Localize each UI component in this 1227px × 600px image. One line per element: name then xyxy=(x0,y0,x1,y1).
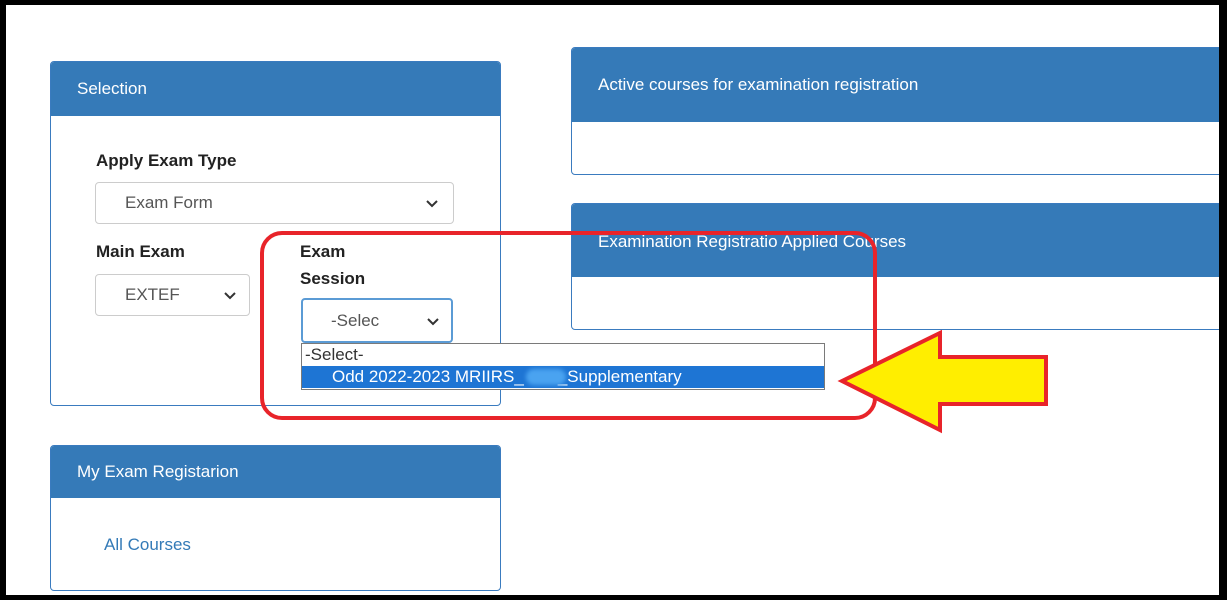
apply-exam-type-select[interactable]: Exam Form xyxy=(95,182,454,224)
active-courses-panel: Active courses for examination registrat… xyxy=(571,47,1227,175)
chevron-down-icon xyxy=(224,292,236,300)
main-exam-select[interactable]: EXTEF xyxy=(95,274,250,316)
my-exam-registration-title: My Exam Registarion xyxy=(77,462,239,481)
applied-courses-header: Examination Registratio Applied Courses xyxy=(572,204,1227,277)
exam-session-dropdown: -Select- Odd 2022-2023 MRIIRS_ _Supplemen… xyxy=(301,343,825,390)
active-courses-title: Active courses for examination registrat… xyxy=(598,75,919,94)
selection-panel-title: Selection xyxy=(77,79,147,98)
exam-session-value: -Selec xyxy=(331,310,380,330)
dropdown-option-label-part1: Odd 2022-2023 MRIIRS_ xyxy=(332,367,524,386)
apply-exam-type-value: Exam Form xyxy=(125,193,213,212)
my-exam-registration-panel: My Exam Registarion xyxy=(50,445,501,591)
my-exam-registration-header: My Exam Registarion xyxy=(51,446,500,498)
chevron-down-icon xyxy=(427,317,439,325)
active-courses-header: Active courses for examination registrat… xyxy=(572,48,1227,122)
dropdown-option-label-part2: _Supplementary xyxy=(557,367,682,386)
arrow-annotation xyxy=(837,329,1048,434)
dropdown-option-select-label: -Select- xyxy=(305,345,364,364)
exam-session-label-line1: Exam xyxy=(300,242,346,261)
applied-courses-panel: Examination Registratio Applied Courses xyxy=(571,203,1227,330)
selection-panel-header: Selection xyxy=(51,62,500,116)
applied-courses-title: Examination Registratio Applied Courses xyxy=(598,232,907,251)
main-exam-value: EXTEF xyxy=(125,285,180,304)
dropdown-option-select[interactable]: -Select- xyxy=(302,344,824,366)
exam-session-label-line2: Session xyxy=(300,269,366,288)
redacted-blur xyxy=(526,369,566,385)
main-exam-label: Main Exam xyxy=(96,242,185,261)
exam-session-select[interactable]: -Selec xyxy=(301,298,453,343)
dropdown-option-odd-2022-2023[interactable]: Odd 2022-2023 MRIIRS_ _Supplementary xyxy=(302,366,824,388)
apply-exam-type-label: Apply Exam Type xyxy=(96,151,237,170)
chevron-down-icon xyxy=(426,200,438,208)
all-courses-link[interactable]: All Courses xyxy=(104,535,191,555)
